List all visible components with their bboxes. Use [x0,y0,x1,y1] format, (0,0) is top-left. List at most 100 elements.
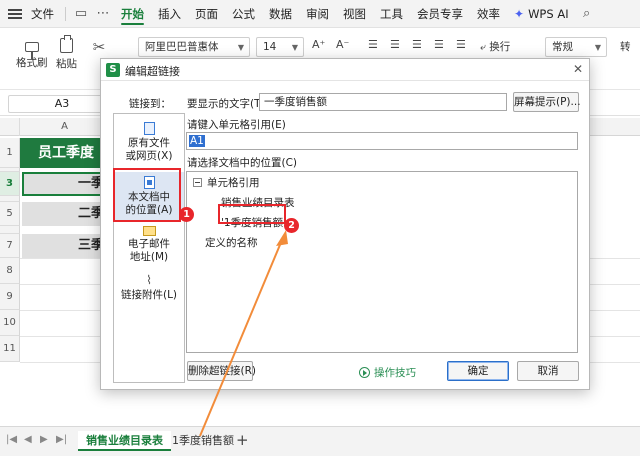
tab-page[interactable]: 页面 [188,0,225,28]
row-header-7[interactable]: 7 [0,234,20,258]
wrap-text-label: 换行 [489,41,511,53]
cancel-button[interactable]: 取消 [517,361,579,381]
tab-insert[interactable]: 插入 [151,0,188,28]
cell-ref-label: 请键入单元格引用(E) [187,119,286,131]
display-text-input[interactable]: 一季度销售额 [259,93,507,111]
font-size-select[interactable]: 14 ▼ [256,37,304,57]
step-badge-1: 1 [179,207,194,222]
row-header-10[interactable]: 10 [0,310,20,336]
link-option-email[interactable]: 电子邮件 地址(M) [114,226,184,264]
wps-ai-button[interactable]: ✦ WPS AI [507,0,576,28]
highlight-box-1 [113,168,181,222]
step-badge-2: 2 [284,218,299,233]
tab-view[interactable]: 视图 [336,0,373,28]
cell-ref-value: A1 [189,135,205,147]
next-sheet-icon[interactable]: ▶ [40,434,48,445]
collapse-icon[interactable] [193,178,202,187]
row-header-9[interactable]: 9 [0,284,20,310]
font-name-value: 阿里巴巴普惠体 [145,41,219,53]
decrease-font-icon[interactable]: A⁻ [336,38,349,51]
more-icon[interactable]: ⋯ [92,0,114,28]
font-name-select[interactable]: 阿里巴巴普惠体 ▼ [138,37,250,57]
ok-button[interactable]: 确定 [447,361,509,381]
cut-button[interactable]: ✂ [90,38,108,59]
link-option-existing-file[interactable]: 原有文件 或网页(X) [114,122,184,163]
dialog-title: 编辑超链接 [125,65,180,78]
align-justify-icon[interactable]: ☰ [434,38,444,51]
clipboard-icon [60,35,73,53]
prev-sheet-icon[interactable]: ◀ [24,434,32,445]
cell-a7[interactable]: 三季 [22,234,108,258]
wrap-text-button[interactable]: ⤶ 换行 [480,39,510,54]
last-sheet-icon[interactable]: ▶| [56,434,67,445]
sheet-tab-catalog[interactable]: 销售业绩目录表 [78,431,171,451]
align-distributed-icon[interactable]: ☰ [456,38,466,51]
chevron-down-icon: ▼ [291,43,298,52]
tab-efficiency[interactable]: 效率 [470,0,507,28]
link-to-panel: 原有文件 或网页(X) 本文档中 的位置(A) 电子邮件 地址(M) ⌇ 链接附… [113,113,185,383]
link-option-label: 电子邮件 [128,238,170,250]
menu-file[interactable]: 文件 [24,0,61,28]
tree-node-defined-names[interactable]: 定义的名称 [205,235,258,250]
screen-tip-button[interactable]: 屏幕提示(P)... [513,92,581,112]
cell-a3[interactable]: 一季 [22,172,108,196]
location-label: 请选择文档中的位置(C) [187,157,298,169]
row-header-6[interactable]: 6 [0,226,20,234]
tips-link[interactable]: 操作技巧 [374,365,416,380]
row-header-8[interactable]: 8 [0,258,20,284]
menu-bar: 文件 ▭ ⋯ 开始 插入 页面 公式 数据 审阅 视图 工具 会员专享 效率 ✦… [0,0,640,28]
convert-label: 转 [620,41,631,53]
align-center-icon[interactable]: ☰ [390,38,400,51]
align-right-icon[interactable]: ☰ [412,38,422,51]
tab-review[interactable]: 审阅 [299,0,336,28]
number-format-select[interactable]: 常规 ▼ [545,37,607,57]
paste-button[interactable]: 粘贴 [56,35,77,71]
align-left-icon[interactable]: ☰ [368,38,378,51]
dialog-title-bar[interactable]: S 编辑超链接 ✕ [101,59,589,81]
first-sheet-icon[interactable]: |◀ [6,434,17,445]
sheet-tab-q1-sales[interactable]: 1季度销售额 [164,431,242,451]
row-header-5[interactable]: 5 [0,202,20,226]
link-option-label: 地址(M) [129,251,169,263]
scissors-icon: ✂ [92,38,106,56]
cell-ref-input[interactable]: A1 [186,132,578,150]
edit-hyperlink-dialog: S 编辑超链接 ✕ 链接到： 要显示的文字(T)： 一季度销售额 屏幕提示(P)… [100,58,590,390]
search-icon[interactable]: ⌕ [576,0,598,28]
tab-member[interactable]: 会员专享 [410,0,470,28]
brush-icon [24,42,39,59]
tab-tools[interactable]: 工具 [373,0,410,28]
row-header-11[interactable]: 11 [0,336,20,362]
tab-home[interactable]: 开始 [114,0,151,28]
tree-node-cell-ref[interactable]: 单元格引用 [193,175,260,190]
wps-ai-label: WPS AI [528,6,569,21]
convert-button[interactable]: 转 [620,39,631,54]
tab-formula[interactable]: 公式 [225,0,262,28]
paperclip-icon: ⌇ [146,273,152,287]
close-icon[interactable]: ✕ [573,62,583,76]
tab-data[interactable]: 数据 [262,0,299,28]
increase-font-icon[interactable]: A⁺ [312,38,325,51]
document-location-tree[interactable]: 单元格引用 销售业绩目录表 '1季度销售额' 定义的名称 [186,171,578,353]
email-icon [142,226,156,236]
link-to-label: 链接到： [129,98,171,110]
font-size-value: 14 [263,41,277,53]
link-option-attachment[interactable]: ⌇ 链接附件(L) [114,274,184,302]
cell-a5[interactable]: 二季 [22,202,108,226]
column-header-a[interactable]: A [20,118,110,136]
paste-label: 粘贴 [56,58,77,70]
link-option-label: 或网页(X) [125,150,173,162]
save-icon[interactable]: ▭ [70,0,92,28]
sheet-tab-bar: |◀ ◀ ▶ ▶| 销售业绩目录表 1季度销售额 + [0,426,640,456]
row-header-1[interactable]: 1 [0,138,20,168]
menu-icon[interactable] [8,8,22,19]
add-sheet-button[interactable]: + [236,431,249,449]
remove-hyperlink-button[interactable]: 删除超链接(R) [187,361,256,381]
row-header-3[interactable]: 3 [0,172,20,196]
app-logo-icon: S [106,63,120,77]
tree-node-label: 单元格引用 [207,177,260,189]
format-painter-button[interactable]: 格式刷 [16,38,48,70]
title-cell[interactable]: 员工季度 [20,138,110,168]
number-format-value: 常规 [552,41,573,53]
chevron-down-icon: ▼ [594,43,601,52]
corner-cell[interactable] [0,118,20,136]
